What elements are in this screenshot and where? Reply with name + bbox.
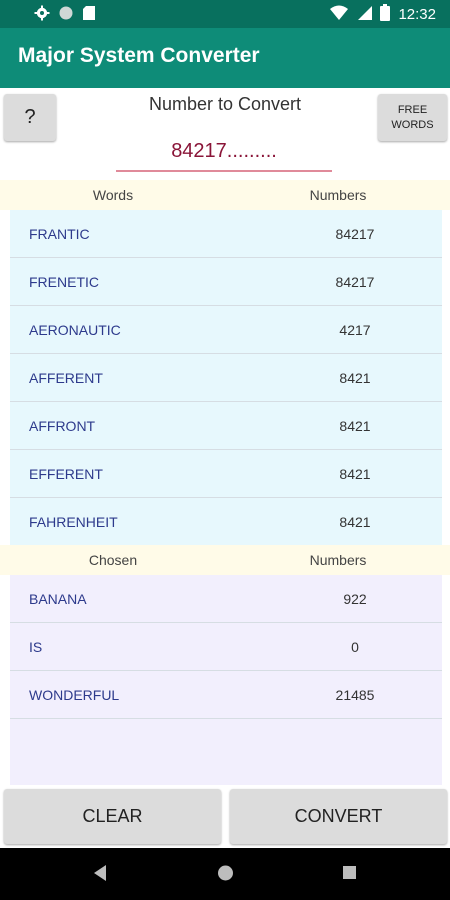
signal-icon	[356, 5, 373, 25]
word-text: FAHRENHEIT	[29, 514, 118, 530]
list-item[interactable]: WONDERFUL 21485	[10, 671, 442, 719]
home-icon[interactable]	[217, 864, 234, 886]
help-button[interactable]: ?	[4, 94, 56, 141]
number-text: 922	[343, 591, 367, 607]
number-text: 84217	[335, 226, 375, 242]
word-text: IS	[29, 639, 43, 655]
sd-card-icon	[82, 5, 96, 25]
number-text: 8421	[339, 370, 371, 386]
words-table-header: Words Numbers	[0, 180, 450, 210]
word-text: FRENETIC	[29, 274, 99, 290]
clock-text: 12:32	[398, 6, 436, 23]
navigation-bar	[0, 848, 450, 900]
list-item[interactable]: FRANTIC 84217	[10, 210, 442, 258]
list-item[interactable]: EFFERENT 8421	[10, 450, 442, 498]
wifi-icon	[330, 5, 349, 25]
numbers-column-header: Numbers	[309, 187, 367, 203]
word-text: AFFERENT	[29, 370, 103, 386]
circle-icon	[58, 5, 74, 25]
convert-button[interactable]: CONVERT	[230, 789, 447, 844]
clear-button[interactable]: CLEAR	[4, 789, 221, 844]
word-text: AERONAUTIC	[29, 322, 121, 338]
number-text: 8421	[339, 466, 371, 482]
status-bar: 12:32	[0, 0, 450, 28]
gear-icon	[34, 5, 50, 25]
free-words-label: FREE WORDS	[391, 103, 434, 131]
list-item[interactable]: FAHRENHEIT 8421	[10, 498, 442, 546]
word-text: WONDERFUL	[29, 687, 120, 703]
number-text: 4217	[339, 322, 371, 338]
app-title: Major System Converter	[18, 44, 260, 67]
app-bar: Major System Converter	[0, 28, 450, 88]
list-item[interactable]: AERONAUTIC 4217	[10, 306, 442, 354]
number-text: 8421	[339, 514, 371, 530]
number-text: 84217	[335, 274, 375, 290]
list-item[interactable]: IS 0	[10, 623, 442, 671]
numbers-column-header: Numbers	[309, 552, 367, 568]
number-text: 21485	[335, 687, 375, 703]
number-text: 0	[351, 639, 359, 655]
list-item[interactable]: BANANA 922	[10, 575, 442, 623]
word-text: FRANTIC	[29, 226, 90, 242]
recents-icon[interactable]	[342, 864, 357, 886]
words-column-header: Words	[92, 187, 134, 203]
free-words-button[interactable]: FREE WORDS	[378, 94, 447, 141]
chosen-list: BANANA 922 IS 0 WONDERFUL 21485	[10, 575, 442, 785]
battery-icon	[380, 4, 391, 25]
chosen-table-header: Chosen Numbers	[0, 545, 450, 575]
words-list: FRANTIC 84217 FRENETIC 84217 AERONAUTIC …	[10, 210, 442, 545]
word-text: BANANA	[29, 591, 87, 607]
list-item[interactable]: AFFRONT 8421	[10, 402, 442, 450]
word-text: EFFERENT	[29, 466, 103, 482]
list-item[interactable]: FRENETIC 84217	[10, 258, 442, 306]
list-item[interactable]: AFFERENT 8421	[10, 354, 442, 402]
number-text: 8421	[339, 418, 371, 434]
word-text: AFFRONT	[29, 418, 96, 434]
number-input[interactable]	[116, 132, 332, 172]
back-icon[interactable]	[92, 864, 108, 886]
chosen-column-header: Chosen	[88, 552, 138, 568]
